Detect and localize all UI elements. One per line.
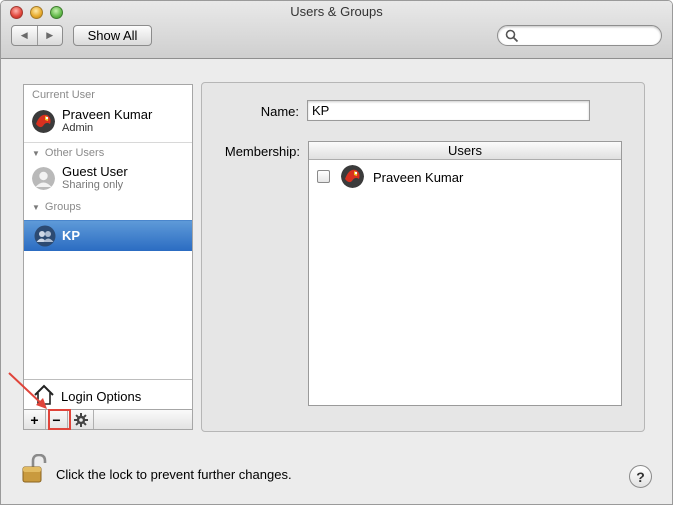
title-toolbar: Users & Groups ◀ ▶ Show All bbox=[1, 1, 672, 59]
group-icon bbox=[34, 225, 56, 247]
show-all-button[interactable]: Show All bbox=[73, 25, 152, 46]
add-account-button[interactable]: + bbox=[24, 410, 46, 429]
groups-heading: ▼ Groups bbox=[32, 201, 81, 213]
member-avatar-icon bbox=[341, 165, 364, 188]
current-user-heading: Current User bbox=[32, 89, 95, 101]
other-users-heading: ▼ Other Users bbox=[32, 147, 105, 159]
disclosure-triangle-icon: ▼ bbox=[32, 149, 40, 158]
member-name: Praveen Kumar bbox=[373, 170, 464, 185]
login-options-label: Login Options bbox=[61, 389, 142, 404]
gear-icon bbox=[73, 412, 88, 427]
forward-arrow-icon: ▶ bbox=[46, 30, 54, 40]
user-avatar-icon bbox=[32, 110, 55, 133]
action-menu-button[interactable] bbox=[68, 410, 94, 429]
current-user-name: Praveen Kumar bbox=[62, 107, 153, 122]
name-label: Name: bbox=[260, 104, 299, 119]
group-detail-panel: Name: KP Membership: Users Praveen Kumar bbox=[201, 82, 645, 432]
house-icon bbox=[34, 384, 54, 405]
back-arrow-icon: ◀ bbox=[20, 30, 28, 40]
remove-button-highlight bbox=[48, 409, 71, 430]
window-title: Users & Groups bbox=[290, 4, 383, 19]
guest-user-role: Sharing only bbox=[62, 179, 124, 191]
current-user-role: Admin bbox=[62, 122, 94, 134]
group-name: KP bbox=[62, 228, 81, 243]
sidebar-item-guest-user[interactable]: Guest User Sharing only bbox=[24, 161, 192, 201]
back-button[interactable]: ◀ bbox=[12, 26, 38, 45]
table-header-users[interactable]: Users bbox=[309, 142, 621, 160]
group-name-field[interactable]: KP bbox=[307, 100, 590, 121]
accounts-sidebar: Current User Praveen Kumar Admin ▼ Other … bbox=[23, 84, 193, 430]
back-forward-control: ◀ ▶ bbox=[11, 25, 63, 46]
sidebar-item-group-kp[interactable]: KP bbox=[24, 220, 192, 251]
divider bbox=[24, 142, 192, 143]
forward-button[interactable]: ▶ bbox=[38, 26, 63, 45]
sidebar-item-current-user[interactable]: Praveen Kumar Admin bbox=[24, 104, 192, 144]
help-button[interactable]: ? bbox=[629, 465, 652, 488]
unlocked-lock-icon[interactable] bbox=[21, 454, 47, 484]
search-icon bbox=[505, 29, 519, 43]
guest-avatar-icon bbox=[32, 167, 55, 190]
disclosure-triangle-icon: ▼ bbox=[32, 203, 40, 212]
login-options-item[interactable]: Login Options bbox=[24, 379, 192, 409]
table-row: Praveen Kumar bbox=[309, 164, 621, 190]
users-groups-window: Users & Groups ◀ ▶ Show All Current User bbox=[0, 0, 673, 505]
search-field[interactable] bbox=[497, 25, 662, 46]
member-checkbox[interactable] bbox=[317, 170, 330, 183]
membership-table: Users Praveen Kumar bbox=[308, 141, 622, 406]
membership-label: Membership: bbox=[224, 144, 300, 159]
guest-user-name: Guest User bbox=[62, 164, 128, 179]
lock-message: Click the lock to prevent further change… bbox=[56, 467, 292, 482]
